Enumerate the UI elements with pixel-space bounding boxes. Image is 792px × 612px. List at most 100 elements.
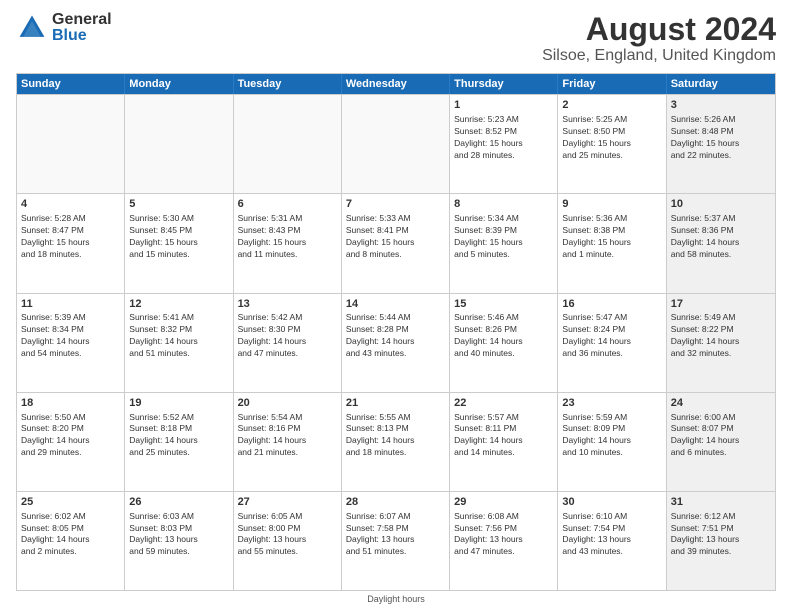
cell-info: Sunrise: 5:28 AM Sunset: 8:47 PM Dayligh…	[21, 213, 120, 261]
cell-info: Sunrise: 5:30 AM Sunset: 8:45 PM Dayligh…	[129, 213, 228, 261]
day-number: 17	[671, 297, 771, 312]
day-number: 10	[671, 197, 771, 212]
cal-cell: 12Sunrise: 5:41 AM Sunset: 8:32 PM Dayli…	[125, 294, 233, 392]
day-number: 18	[21, 396, 120, 411]
day-number: 20	[238, 396, 337, 411]
cal-header-day: Tuesday	[234, 74, 342, 94]
cal-cell: 20Sunrise: 5:54 AM Sunset: 8:16 PM Dayli…	[234, 393, 342, 491]
cell-info: Sunrise: 5:37 AM Sunset: 8:36 PM Dayligh…	[671, 213, 771, 261]
day-number: 25	[21, 495, 120, 510]
cal-cell: 30Sunrise: 6:10 AM Sunset: 7:54 PM Dayli…	[558, 492, 666, 590]
cell-info: Sunrise: 5:23 AM Sunset: 8:52 PM Dayligh…	[454, 114, 553, 162]
logo-general: General	[52, 12, 112, 28]
cell-info: Sunrise: 5:54 AM Sunset: 8:16 PM Dayligh…	[238, 412, 337, 460]
cell-info: Sunrise: 5:50 AM Sunset: 8:20 PM Dayligh…	[21, 412, 120, 460]
cell-info: Sunrise: 5:47 AM Sunset: 8:24 PM Dayligh…	[562, 312, 661, 360]
day-number: 26	[129, 495, 228, 510]
cal-cell: 23Sunrise: 5:59 AM Sunset: 8:09 PM Dayli…	[558, 393, 666, 491]
cal-week-row: 11Sunrise: 5:39 AM Sunset: 8:34 PM Dayli…	[17, 293, 775, 392]
cal-cell: 5Sunrise: 5:30 AM Sunset: 8:45 PM Daylig…	[125, 194, 233, 292]
cal-cell: 31Sunrise: 6:12 AM Sunset: 7:51 PM Dayli…	[667, 492, 775, 590]
cal-cell: 21Sunrise: 5:55 AM Sunset: 8:13 PM Dayli…	[342, 393, 450, 491]
cal-cell: 18Sunrise: 5:50 AM Sunset: 8:20 PM Dayli…	[17, 393, 125, 491]
cal-cell: 13Sunrise: 5:42 AM Sunset: 8:30 PM Dayli…	[234, 294, 342, 392]
cal-header-day: Thursday	[450, 74, 558, 94]
cell-info: Sunrise: 5:57 AM Sunset: 8:11 PM Dayligh…	[454, 412, 553, 460]
footer-note: Daylight hours	[16, 594, 776, 604]
cell-info: Sunrise: 5:31 AM Sunset: 8:43 PM Dayligh…	[238, 213, 337, 261]
logo: General Blue	[16, 12, 112, 44]
cal-cell: 22Sunrise: 5:57 AM Sunset: 8:11 PM Dayli…	[450, 393, 558, 491]
cell-info: Sunrise: 5:52 AM Sunset: 8:18 PM Dayligh…	[129, 412, 228, 460]
day-number: 19	[129, 396, 228, 411]
cal-cell: 15Sunrise: 5:46 AM Sunset: 8:26 PM Dayli…	[450, 294, 558, 392]
day-number: 27	[238, 495, 337, 510]
day-number: 30	[562, 495, 661, 510]
day-number: 21	[346, 396, 445, 411]
cal-cell: 8Sunrise: 5:34 AM Sunset: 8:39 PM Daylig…	[450, 194, 558, 292]
calendar-body: 1Sunrise: 5:23 AM Sunset: 8:52 PM Daylig…	[17, 94, 775, 590]
cal-cell: 1Sunrise: 5:23 AM Sunset: 8:52 PM Daylig…	[450, 95, 558, 193]
logo-text: General Blue	[52, 12, 112, 44]
cal-week-row: 1Sunrise: 5:23 AM Sunset: 8:52 PM Daylig…	[17, 94, 775, 193]
logo-blue: Blue	[52, 28, 112, 44]
cell-info: Sunrise: 5:25 AM Sunset: 8:50 PM Dayligh…	[562, 114, 661, 162]
cal-header-day: Saturday	[667, 74, 775, 94]
cal-week-row: 18Sunrise: 5:50 AM Sunset: 8:20 PM Dayli…	[17, 392, 775, 491]
day-number: 2	[562, 98, 661, 113]
cell-info: Sunrise: 5:55 AM Sunset: 8:13 PM Dayligh…	[346, 412, 445, 460]
cell-info: Sunrise: 5:59 AM Sunset: 8:09 PM Dayligh…	[562, 412, 661, 460]
cal-cell	[17, 95, 125, 193]
cell-info: Sunrise: 6:10 AM Sunset: 7:54 PM Dayligh…	[562, 511, 661, 559]
day-number: 29	[454, 495, 553, 510]
cal-cell: 7Sunrise: 5:33 AM Sunset: 8:41 PM Daylig…	[342, 194, 450, 292]
cal-cell: 6Sunrise: 5:31 AM Sunset: 8:43 PM Daylig…	[234, 194, 342, 292]
cal-header-day: Sunday	[17, 74, 125, 94]
cal-week-row: 25Sunrise: 6:02 AM Sunset: 8:05 PM Dayli…	[17, 491, 775, 590]
cell-info: Sunrise: 5:44 AM Sunset: 8:28 PM Dayligh…	[346, 312, 445, 360]
day-number: 1	[454, 98, 553, 113]
cal-cell: 16Sunrise: 5:47 AM Sunset: 8:24 PM Dayli…	[558, 294, 666, 392]
day-number: 22	[454, 396, 553, 411]
cal-cell: 19Sunrise: 5:52 AM Sunset: 8:18 PM Dayli…	[125, 393, 233, 491]
cal-cell: 14Sunrise: 5:44 AM Sunset: 8:28 PM Dayli…	[342, 294, 450, 392]
cal-cell: 25Sunrise: 6:02 AM Sunset: 8:05 PM Dayli…	[17, 492, 125, 590]
cal-cell	[234, 95, 342, 193]
cal-cell: 27Sunrise: 6:05 AM Sunset: 8:00 PM Dayli…	[234, 492, 342, 590]
cal-cell: 3Sunrise: 5:26 AM Sunset: 8:48 PM Daylig…	[667, 95, 775, 193]
cal-week-row: 4Sunrise: 5:28 AM Sunset: 8:47 PM Daylig…	[17, 193, 775, 292]
cell-info: Sunrise: 6:05 AM Sunset: 8:00 PM Dayligh…	[238, 511, 337, 559]
day-number: 11	[21, 297, 120, 312]
cell-info: Sunrise: 5:39 AM Sunset: 8:34 PM Dayligh…	[21, 312, 120, 360]
cell-info: Sunrise: 6:03 AM Sunset: 8:03 PM Dayligh…	[129, 511, 228, 559]
day-number: 9	[562, 197, 661, 212]
cal-cell: 10Sunrise: 5:37 AM Sunset: 8:36 PM Dayli…	[667, 194, 775, 292]
cell-info: Sunrise: 5:46 AM Sunset: 8:26 PM Dayligh…	[454, 312, 553, 360]
day-number: 14	[346, 297, 445, 312]
cell-info: Sunrise: 5:26 AM Sunset: 8:48 PM Dayligh…	[671, 114, 771, 162]
cell-info: Sunrise: 5:49 AM Sunset: 8:22 PM Dayligh…	[671, 312, 771, 360]
day-number: 8	[454, 197, 553, 212]
day-number: 6	[238, 197, 337, 212]
day-number: 3	[671, 98, 771, 113]
cell-info: Sunrise: 5:33 AM Sunset: 8:41 PM Dayligh…	[346, 213, 445, 261]
cal-cell	[125, 95, 233, 193]
calendar-header: SundayMondayTuesdayWednesdayThursdayFrid…	[17, 74, 775, 94]
cal-cell: 4Sunrise: 5:28 AM Sunset: 8:47 PM Daylig…	[17, 194, 125, 292]
cal-header-day: Monday	[125, 74, 233, 94]
calendar: SundayMondayTuesdayWednesdayThursdayFrid…	[16, 73, 776, 591]
day-number: 5	[129, 197, 228, 212]
title-block: August 2024 Silsoe, England, United King…	[542, 12, 776, 65]
day-number: 23	[562, 396, 661, 411]
cell-info: Sunrise: 6:02 AM Sunset: 8:05 PM Dayligh…	[21, 511, 120, 559]
cal-cell: 28Sunrise: 6:07 AM Sunset: 7:58 PM Dayli…	[342, 492, 450, 590]
cal-header-day: Friday	[558, 74, 666, 94]
day-number: 15	[454, 297, 553, 312]
cell-info: Sunrise: 6:12 AM Sunset: 7:51 PM Dayligh…	[671, 511, 771, 559]
cal-cell: 29Sunrise: 6:08 AM Sunset: 7:56 PM Dayli…	[450, 492, 558, 590]
page: General Blue August 2024 Silsoe, England…	[0, 0, 792, 612]
cal-cell: 11Sunrise: 5:39 AM Sunset: 8:34 PM Dayli…	[17, 294, 125, 392]
day-number: 12	[129, 297, 228, 312]
page-subtitle: Silsoe, England, United Kingdom	[542, 47, 776, 65]
cell-info: Sunrise: 5:34 AM Sunset: 8:39 PM Dayligh…	[454, 213, 553, 261]
